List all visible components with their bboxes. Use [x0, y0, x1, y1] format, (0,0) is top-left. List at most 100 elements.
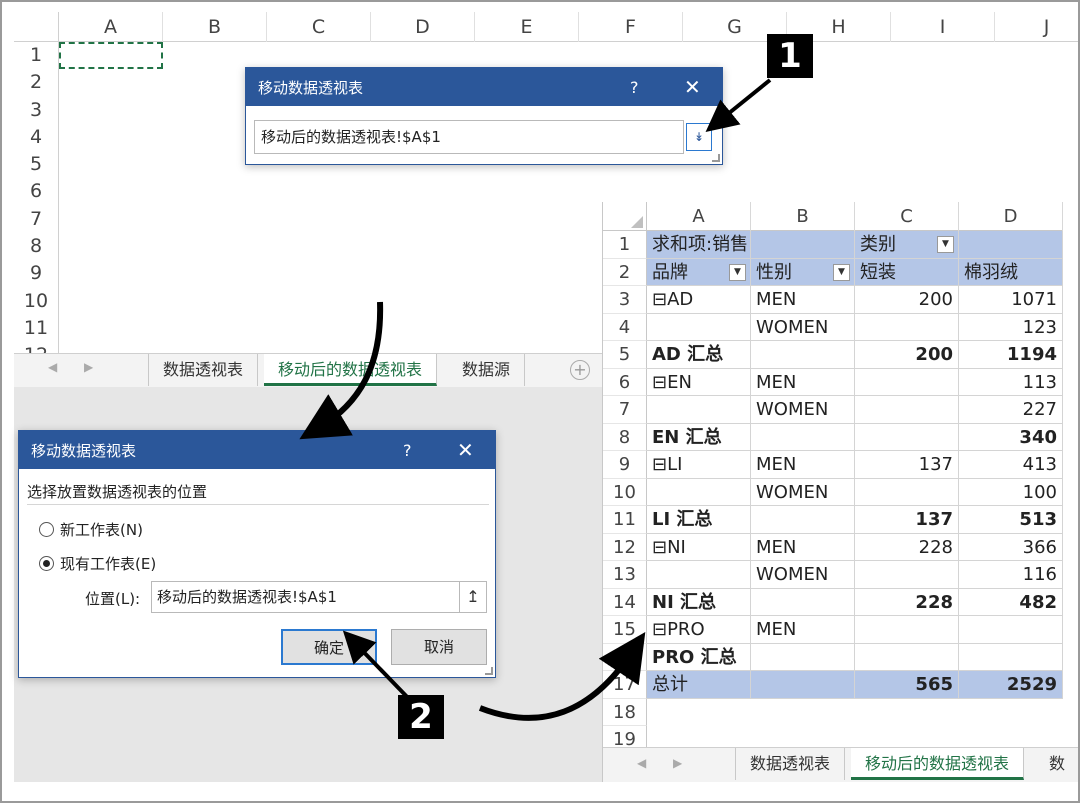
value-cell[interactable]: [959, 616, 1063, 644]
tab-moved-pivot[interactable]: 移动后的数据透视表: [264, 354, 438, 386]
row-label-cell[interactable]: LI 汇总: [647, 506, 751, 534]
scroll-left-icon[interactable]: ◀: [48, 360, 57, 374]
column-header[interactable]: C: [855, 202, 959, 231]
gender-cell[interactable]: MEN: [751, 451, 855, 479]
close-icon[interactable]: ✕: [684, 75, 701, 99]
row-header[interactable]: 9: [14, 260, 59, 288]
gender-cell[interactable]: MEN: [751, 286, 855, 314]
row-label-cell[interactable]: 总计: [647, 671, 751, 699]
value-cell[interactable]: 565: [855, 671, 959, 699]
value-cell[interactable]: [855, 616, 959, 644]
tab-pivot[interactable]: 数据透视表: [148, 354, 259, 386]
value-cell[interactable]: 123: [959, 313, 1063, 341]
row-header[interactable]: 1: [14, 42, 59, 70]
gender-cell[interactable]: WOMEN: [751, 396, 855, 424]
row-header[interactable]: 16: [603, 643, 647, 671]
row-header[interactable]: 2: [14, 69, 59, 97]
column-header[interactable]: B: [163, 12, 267, 42]
gender-cell[interactable]: MEN: [751, 533, 855, 561]
row-header[interactable]: 6: [14, 178, 59, 206]
row-label-cell[interactable]: [647, 478, 751, 506]
row-label-cell[interactable]: [647, 561, 751, 589]
value-cell[interactable]: [855, 396, 959, 424]
column-header[interactable]: E: [475, 12, 579, 42]
filter-dropdown-icon[interactable]: ▼: [729, 263, 746, 281]
location-input[interactable]: 移动后的数据透视表!$A$1: [151, 581, 473, 613]
value-cell[interactable]: 340: [959, 423, 1063, 451]
select-all-corner[interactable]: [14, 12, 59, 42]
gender-cell[interactable]: MEN: [751, 368, 855, 396]
pivot-value-field[interactable]: 求和项:销售: [647, 231, 751, 259]
row-header[interactable]: 4: [603, 313, 647, 341]
scroll-right-icon[interactable]: ▶: [673, 756, 682, 770]
gender-cell[interactable]: [751, 341, 855, 369]
help-icon[interactable]: ?: [630, 78, 639, 97]
cancel-button[interactable]: 取消: [391, 629, 487, 665]
gender-cell[interactable]: [751, 643, 855, 671]
pivot-row-field-brand[interactable]: 品牌 ▼: [647, 258, 751, 286]
gender-cell[interactable]: WOMEN: [751, 561, 855, 589]
tab-data-source[interactable]: 数据源: [448, 354, 526, 386]
gender-cell[interactable]: WOMEN: [751, 313, 855, 341]
gender-cell[interactable]: [751, 671, 855, 699]
row-header[interactable]: 11: [603, 506, 647, 534]
value-cell[interactable]: 228: [855, 588, 959, 616]
resize-grip-icon[interactable]: [712, 154, 720, 162]
row-header[interactable]: 3: [603, 286, 647, 314]
row-header[interactable]: 7: [14, 205, 59, 234]
tab-pivot[interactable]: 数据透视表: [735, 748, 846, 780]
column-header[interactable]: B: [751, 202, 855, 231]
row-header[interactable]: 5: [603, 341, 647, 369]
row-label-cell[interactable]: EN 汇总: [647, 423, 751, 451]
select-all-corner[interactable]: [603, 202, 647, 231]
collapse-dialog-button[interactable]: ↥: [459, 581, 487, 613]
selected-cell-a1[interactable]: [59, 42, 163, 69]
row-header[interactable]: 15: [603, 616, 647, 644]
value-cell[interactable]: 200: [855, 341, 959, 369]
help-icon[interactable]: ?: [403, 441, 412, 460]
value-cell[interactable]: [855, 478, 959, 506]
row-header[interactable]: 8: [603, 423, 647, 451]
value-cell[interactable]: 100: [959, 478, 1063, 506]
value-cell[interactable]: [855, 561, 959, 589]
value-cell[interactable]: 366: [959, 533, 1063, 561]
cell[interactable]: [647, 699, 751, 727]
value-cell[interactable]: 513: [959, 506, 1063, 534]
row-label-cell[interactable]: ⊟PRO: [647, 616, 751, 644]
close-icon[interactable]: ✕: [457, 438, 474, 462]
row-label-cell[interactable]: ⊟EN: [647, 368, 751, 396]
row-header[interactable]: 11: [14, 314, 59, 343]
radio-icon[interactable]: [39, 522, 54, 537]
gender-cell[interactable]: [751, 423, 855, 451]
row-header[interactable]: 7: [603, 396, 647, 424]
row-header[interactable]: 4: [14, 123, 59, 152]
row-header[interactable]: 18: [603, 698, 647, 726]
row-header[interactable]: 13: [603, 561, 647, 589]
value-cell[interactable]: 1194: [959, 341, 1063, 369]
value-cell[interactable]: [855, 643, 959, 671]
value-cell[interactable]: 116: [959, 561, 1063, 589]
value-cell[interactable]: [855, 423, 959, 451]
column-item[interactable]: 棉羽绒: [959, 258, 1063, 286]
filter-dropdown-icon[interactable]: ▼: [833, 263, 850, 281]
row-header[interactable]: 2: [603, 258, 647, 286]
value-cell[interactable]: [959, 643, 1063, 671]
row-label-cell[interactable]: PRO 汇总: [647, 643, 751, 671]
column-header[interactable]: D: [959, 202, 1063, 231]
value-cell[interactable]: 137: [855, 451, 959, 479]
row-label-cell[interactable]: [647, 313, 751, 341]
ok-button[interactable]: 确定: [281, 629, 377, 665]
column-header[interactable]: J: [995, 12, 1078, 42]
pivot-column-field[interactable]: 类别 ▼: [855, 231, 959, 259]
column-header[interactable]: F: [579, 12, 683, 42]
tab-moved-pivot[interactable]: 移动后的数据透视表: [851, 748, 1025, 780]
resize-grip-icon[interactable]: [485, 667, 493, 675]
column-header[interactable]: A: [59, 12, 163, 42]
row-label-cell[interactable]: AD 汇总: [647, 341, 751, 369]
expand-dialog-button[interactable]: ↡: [686, 123, 712, 151]
row-header[interactable]: 14: [603, 588, 647, 616]
value-cell[interactable]: 200: [855, 286, 959, 314]
value-cell[interactable]: 413: [959, 451, 1063, 479]
column-header[interactable]: I: [891, 12, 995, 42]
pivot-row-field-gender[interactable]: 性别 ▼: [751, 258, 855, 286]
